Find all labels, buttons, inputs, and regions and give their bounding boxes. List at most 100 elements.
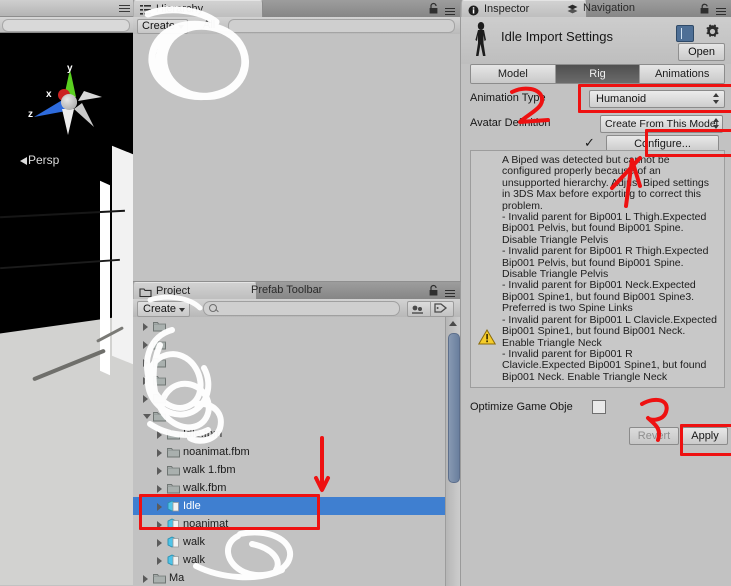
twisty-icon[interactable]	[143, 323, 148, 331]
project-row[interactable]	[133, 335, 460, 353]
scene-view-searchbar[interactable]	[0, 17, 133, 33]
scene-viewport[interactable]: y x z Persp	[0, 33, 133, 585]
tab-hierarchy[interactable]: Hierarchy	[133, 0, 263, 18]
hierarchy-create-label: Create	[142, 20, 176, 32]
tab-hierarchy-label: Hierarchy	[156, 3, 204, 15]
project-tree[interactable]: Idle.fbm noanimat.fbm walk 1.fbm walk.fbm Id…	[133, 317, 460, 586]
twisty-icon[interactable]	[143, 341, 148, 349]
twisty-icon[interactable]	[157, 449, 162, 457]
gizmo-label-y: y	[67, 63, 73, 74]
revert-button[interactable]: Revert	[629, 427, 679, 445]
tab-navigation[interactable]: Navigation	[561, 0, 645, 17]
project-toolbar: Create	[133, 299, 460, 318]
scene-search-input[interactable]	[2, 19, 130, 32]
project-row[interactable]: walk.fbm	[133, 479, 460, 497]
project-panel-controls[interactable]	[423, 284, 457, 297]
hierarchy-create-button[interactable]: Create	[137, 19, 189, 34]
twisty-icon[interactable]	[157, 521, 162, 529]
project-search-input[interactable]	[203, 301, 400, 316]
project-row[interactable]	[133, 389, 460, 407]
hierarchy-filter-all-label[interactable]: All	[203, 19, 215, 32]
tab-animations[interactable]: Animations	[640, 65, 724, 83]
project-row[interactable]: noanimat	[133, 515, 460, 533]
project-row[interactable]: noanimat.fbm	[133, 443, 460, 461]
twisty-icon[interactable]	[157, 557, 162, 565]
twisty-icon[interactable]	[143, 377, 148, 385]
project-row-selected[interactable]: Idle	[133, 497, 460, 515]
optimize-game-object-checkbox[interactable]	[592, 400, 606, 414]
twisty-icon[interactable]	[143, 414, 151, 419]
tab-model[interactable]: Model	[471, 65, 556, 83]
projection-mode-label[interactable]: Persp	[28, 153, 59, 167]
folder-icon	[167, 446, 180, 458]
project-row-list[interactable]: Idle.fbm noanimat.fbm walk 1.fbm walk.fbm Id…	[133, 317, 460, 586]
lock-icon[interactable]	[429, 2, 438, 14]
import-settings-tabs[interactable]: Model Rig Animations	[470, 64, 725, 84]
hierarchy-search-input[interactable]	[228, 19, 455, 33]
avatar-definition-dropdown[interactable]: Create From This Model	[600, 115, 723, 133]
project-scrollbar-thumb[interactable]	[448, 333, 460, 483]
panel-menu-icon[interactable]	[442, 6, 455, 15]
chevron-down-icon	[178, 25, 185, 29]
scene-view-toolbar[interactable]	[0, 0, 133, 17]
tab-prefab-toolbar[interactable]: Prefab Toolbar	[229, 282, 332, 299]
twisty-icon[interactable]	[157, 467, 162, 475]
open-button[interactable]: Open	[678, 43, 725, 61]
gear-icon[interactable]	[704, 23, 721, 40]
folder-icon	[153, 338, 166, 350]
project-create-button[interactable]: Create	[137, 301, 191, 317]
twisty-icon[interactable]	[143, 575, 148, 583]
project-row[interactable]: walk 1.fbm	[133, 461, 460, 479]
panel-menu-icon[interactable]	[116, 3, 130, 12]
inspector-body: Model Rig Animations Animation Type Huma…	[461, 64, 731, 585]
twisty-icon[interactable]	[157, 431, 162, 439]
project-row[interactable]: Idle.fbm	[133, 425, 460, 443]
project-row-label: noanimat.fbm	[183, 446, 250, 458]
twisty-icon[interactable]	[157, 485, 162, 493]
inspector-title: Idle Import Settings	[501, 29, 613, 44]
animation-type-dropdown[interactable]: Humanoid	[589, 90, 725, 108]
twisty-icon[interactable]	[143, 395, 148, 403]
scene-view[interactable]: y x z Persp	[0, 0, 133, 585]
project-scrollbar[interactable]	[445, 317, 460, 586]
project-label-button[interactable]	[430, 301, 454, 317]
inspector-panel-controls[interactable]	[694, 3, 728, 15]
tab-inspector-label: Inspector	[484, 3, 530, 15]
scene-view-gizmo[interactable]: y x z	[24, 55, 114, 145]
warning-triangle-icon	[477, 329, 497, 345]
avatar-definition-label: Avatar Definition	[470, 117, 551, 129]
twisty-icon[interactable]	[157, 539, 162, 547]
panel-menu-icon[interactable]	[713, 6, 726, 15]
twisty-icon[interactable]	[157, 503, 162, 511]
import-warning-box: A Biped was detected but cannot be confi…	[470, 150, 725, 388]
tab-navigation-label: Navigation	[583, 2, 635, 14]
hierarchy-panel-controls[interactable]	[423, 2, 457, 15]
hierarchy-tree[interactable]	[133, 34, 460, 281]
project-favorites-button[interactable]	[407, 301, 431, 317]
project-row-label: walk	[183, 536, 206, 548]
tab-rig[interactable]: Rig	[555, 65, 641, 83]
project-row-label: walk	[183, 554, 206, 566]
lock-icon[interactable]	[429, 284, 438, 296]
model-icon	[167, 518, 180, 530]
project-row[interactable]: walk	[133, 551, 460, 569]
lock-icon[interactable]	[700, 3, 709, 14]
documentation-icon[interactable]	[676, 25, 694, 42]
panel-menu-icon[interactable]	[442, 288, 455, 297]
apply-revert-row: Revert Apply	[461, 427, 731, 445]
project-row[interactable]	[133, 371, 460, 389]
twisty-icon[interactable]	[143, 359, 148, 367]
scroll-up-arrow-icon[interactable]	[449, 321, 457, 326]
tab-project-label: Project	[156, 285, 191, 297]
project-row[interactable]	[133, 317, 460, 335]
project-row-label: Idle.fbm	[183, 428, 223, 440]
project-row[interactable]: walk	[133, 533, 460, 551]
scene-wall	[112, 145, 133, 371]
hierarchy-tabstrip: Hierarchy	[133, 0, 460, 18]
project-row[interactable]: Ma	[133, 569, 460, 586]
apply-button[interactable]: Apply	[682, 427, 728, 445]
animation-type-row: Animation Type Humanoid	[461, 89, 731, 108]
apply-button-label: Apply	[691, 430, 719, 442]
project-row[interactable]	[133, 353, 460, 371]
project-row[interactable]	[133, 407, 460, 425]
